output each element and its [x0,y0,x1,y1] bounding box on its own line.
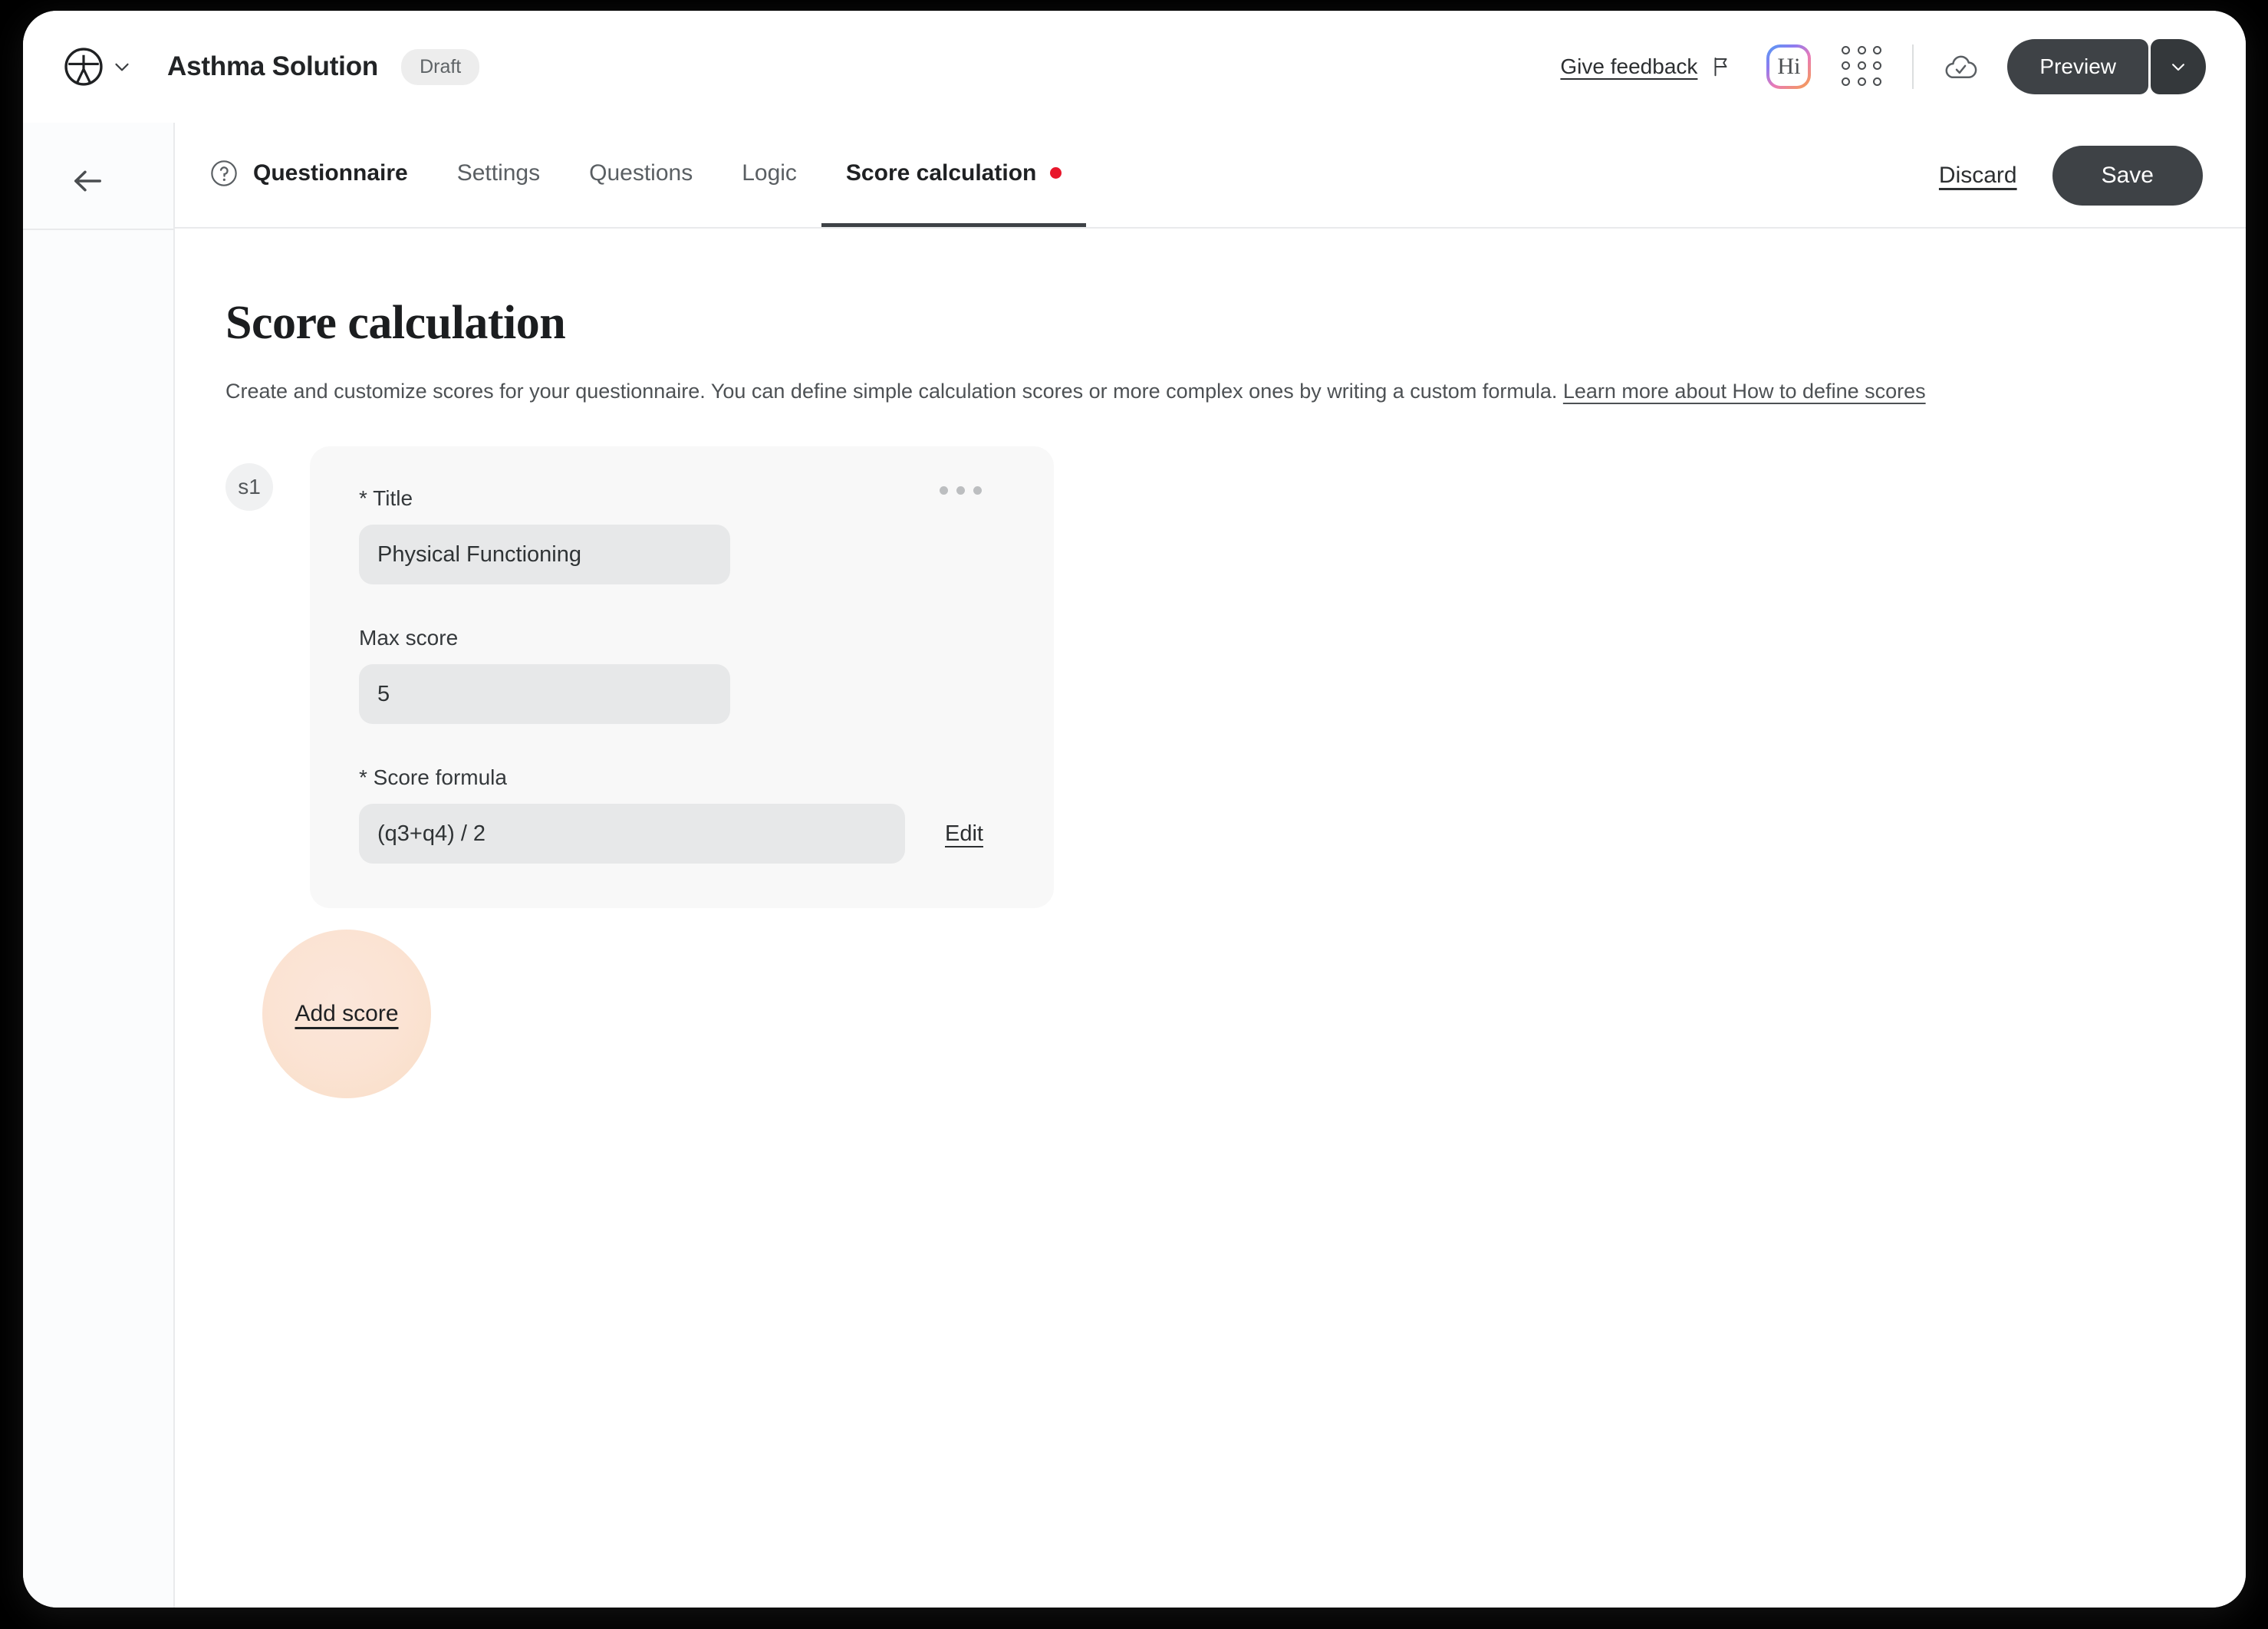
chevron-down-icon [2172,64,2184,71]
cloud-check-icon[interactable] [1943,49,1978,84]
tab-label: Questionnaire [253,160,408,186]
preview-button[interactable]: Preview [2007,39,2148,94]
apps-dot [1857,61,1866,71]
apps-dot [1873,46,1882,54]
max-score-input[interactable]: 5 [359,664,730,724]
preview-button-group: Preview [2007,39,2206,94]
tab-questions[interactable]: Questions [565,123,717,227]
divider [1912,44,1914,89]
apps-dot [1842,46,1851,54]
tab-bar-actions: Discard Save [1939,123,2203,229]
vitruvian-circle-logo-icon[interactable] [63,46,104,87]
avatar[interactable]: Hi [1766,44,1812,89]
left-rail [23,123,175,1608]
give-feedback-link[interactable]: Give feedback [1560,54,1697,79]
tab-label: Score calculation [845,160,1037,186]
top-bar: Asthma Solution Draft Give feedback Hi P… [23,11,2246,123]
tab-settings[interactable]: Settings [433,123,565,227]
title-field-label: * Title [359,486,413,510]
score-card: * Title Physical Functioning Max score 5… [310,446,1054,908]
flag-icon[interactable] [1710,55,1733,78]
tab-label: Logic [742,160,797,186]
tab-bar: Questionnaire Settings Questions Logic S… [175,123,2246,229]
score-formula-field-label: * Score formula [359,765,507,789]
rail-divider [23,229,173,230]
tab-logic[interactable]: Logic [717,123,821,227]
learn-more-link[interactable]: Learn more about How to define scores [1563,380,1926,403]
menu-dot [956,486,965,495]
apps-grid-icon[interactable] [1842,46,1883,87]
tab-label: Questions [589,160,693,186]
app-title: Asthma Solution [167,51,379,81]
score-index-badge: s1 [225,463,273,511]
page-title: Score calculation [225,297,566,349]
tab-label: Settings [456,160,541,186]
arrow-left-icon[interactable] [67,161,107,201]
add-score-button[interactable]: Add score [295,1001,398,1027]
tab-questionnaire[interactable]: Questionnaire [209,123,433,227]
avatar-label: Hi [1769,48,1809,86]
save-button[interactable]: Save [2052,146,2203,206]
apps-dot [1857,77,1866,86]
menu-dot [973,486,982,495]
apps-dot [1842,77,1851,86]
apps-dot [1873,77,1882,86]
tab-list: Questionnaire Settings Questions Logic S… [175,123,1087,227]
score-formula-row: (q3+q4) / 2 Edit [359,804,1005,864]
more-horizontal-icon[interactable] [940,486,982,495]
unsaved-changes-dot [1050,167,1062,179]
question-circle-icon [211,160,237,186]
page-description-text: Create and customize scores for your que… [225,380,1563,403]
add-score-area: Add score [262,930,431,1098]
preview-dropdown-button[interactable] [2151,39,2206,94]
app-window: Asthma Solution Draft Give feedback Hi P… [23,11,2246,1608]
max-score-field-label: Max score [359,626,459,650]
chevron-down-icon[interactable] [110,55,133,78]
apps-dot [1842,61,1851,71]
menu-dot [940,486,948,495]
main-content: Score calculation Create and customize s… [175,229,2246,1608]
page-description: Create and customize scores for your que… [225,380,2246,403]
apps-dot [1857,46,1866,54]
tab-score-calculation[interactable]: Score calculation [821,123,1087,227]
discard-button[interactable]: Discard [1939,163,2017,189]
apps-dot [1873,61,1882,71]
top-bar-right: Give feedback Hi Preview [1560,11,2206,123]
title-input[interactable]: Physical Functioning [359,525,730,584]
top-bar-left: Asthma Solution Draft [23,46,480,87]
edit-formula-button[interactable]: Edit [945,821,983,847]
score-block: s1 * Title Physical Functioning Max scor… [225,446,2246,908]
status-badge: Draft [401,48,480,85]
score-formula-input[interactable]: (q3+q4) / 2 [359,804,905,864]
